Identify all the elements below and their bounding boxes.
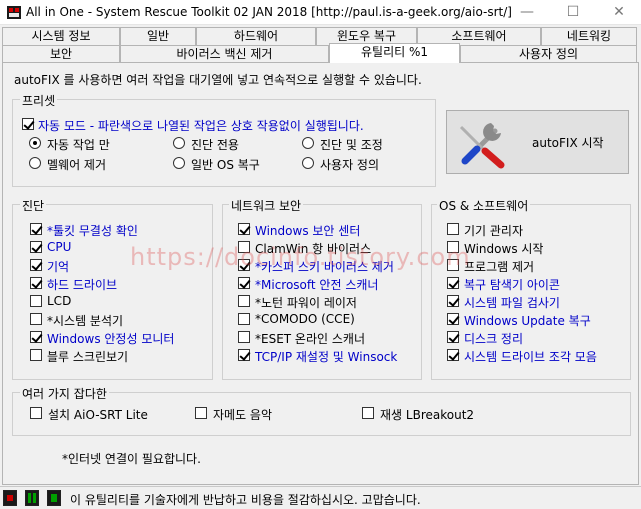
network-security-item-checkbox[interactable]: [238, 349, 250, 361]
status-text: 이 유틸리티를 기술자에게 반납하고 비용을 절감하십시오. 고맙습니다.: [70, 493, 421, 507]
network-security-item-label: ClamWin 항 바이러스: [255, 242, 372, 256]
stop-icon[interactable]: [3, 490, 17, 506]
sound-icon[interactable]: [47, 490, 61, 506]
network-security-item-label: *카스퍼 스키 바이러스 제거: [255, 260, 394, 274]
os-software-legend: OS & 소프트웨어: [437, 197, 531, 214]
network-security-item-label: *ESET 온라인 스캐너: [255, 332, 365, 346]
os-software-item-checkbox[interactable]: [447, 259, 459, 271]
presets-legend: 프리셋: [20, 92, 58, 109]
diagnostics-item-label: 블루 스크린보기: [47, 350, 129, 364]
status-bar: 이 유틸리티를 기술자에게 반납하고 비용을 절감하십시오. 고맙습니다.: [0, 486, 641, 509]
tab-custom[interactable]: 사용자 정의: [460, 45, 637, 63]
network-security-legend: 네트워크 보안: [229, 197, 304, 214]
install-lite-checkbox[interactable]: [30, 407, 42, 419]
tab-hardware[interactable]: 하드웨어: [196, 27, 316, 45]
preset-auto-tasks-radio[interactable]: [29, 137, 41, 149]
os-software-item-checkbox[interactable]: [447, 313, 459, 325]
auto-mode-checkbox[interactable]: [22, 118, 34, 130]
lbreakout-label: 재생 LBreakout2: [380, 408, 475, 422]
network-security-item-checkbox[interactable]: [238, 277, 250, 289]
diagnostics-item-checkbox[interactable]: [30, 349, 42, 361]
os-software-item-checkbox[interactable]: [447, 241, 459, 253]
network-security-item-checkbox[interactable]: [238, 241, 250, 253]
network-security-item-label: *Microsoft 안전 스캐너: [255, 278, 379, 292]
diagnostics-item-label: *툴킷 무결성 확인: [47, 224, 138, 238]
diagnostics-item-checkbox[interactable]: [30, 331, 42, 343]
preset-auto-tasks-label: 자동 작업 만: [47, 138, 110, 152]
network-security-item-checkbox[interactable]: [238, 295, 250, 307]
os-software-item-label: 디스크 정리: [464, 332, 524, 346]
monitor-icon[interactable]: [25, 490, 39, 506]
network-security-item-checkbox[interactable]: [238, 223, 250, 235]
network-security-item-checkbox[interactable]: [238, 313, 250, 325]
diagnostics-item-checkbox[interactable]: [30, 295, 42, 307]
preset-diagnostics-tuning-label: 진단 및 조정: [320, 138, 383, 152]
diagnostics-item-checkbox[interactable]: [30, 241, 42, 253]
lbreakout-checkbox[interactable]: [362, 407, 374, 419]
os-software-item-label: Windows 시작: [464, 242, 544, 256]
close-button[interactable]: ✕: [596, 0, 641, 25]
os-software-item-checkbox[interactable]: [447, 349, 459, 361]
preset-custom-label: 사용자 정의: [320, 158, 380, 172]
maximize-button[interactable]: ☐: [550, 0, 596, 25]
os-software-item-checkbox[interactable]: [447, 331, 459, 343]
tab-utilities[interactable]: 유틸리티 %1: [329, 43, 460, 63]
preset-os-repair-label: 일반 OS 복구: [191, 158, 260, 172]
tab-antivirus-removal[interactable]: 바이러스 백신 제거: [120, 45, 329, 63]
preset-diagnostics-only-label: 진단 전용: [191, 138, 239, 152]
network-security-item-label: Windows 보안 센터: [255, 224, 361, 238]
os-software-item-label: 복구 탐색기 아이콘: [464, 278, 560, 292]
preset-custom-radio[interactable]: [302, 157, 314, 169]
os-software-item-label: 프로그램 제거: [464, 260, 535, 274]
preset-os-repair-radio[interactable]: [173, 157, 185, 169]
diagnostics-item-checkbox[interactable]: [30, 223, 42, 235]
app-icon: [7, 6, 21, 19]
diagnostics-item-label: CPU: [47, 240, 72, 254]
network-security-item-checkbox[interactable]: [238, 259, 250, 271]
autofix-label: autoFIX 시작: [532, 136, 604, 150]
tools-icon: [459, 123, 505, 169]
network-security-item-label: TCP/IP 재설정 및 Winsock: [255, 350, 398, 364]
preset-malware-removal-label: 멜웨어 제거: [47, 158, 107, 172]
jamendo-checkbox[interactable]: [195, 407, 207, 419]
jamendo-label: 자메도 음악: [213, 408, 273, 422]
diagnostics-item-checkbox[interactable]: [30, 259, 42, 271]
install-lite-label: 설치 AiO-SRT Lite: [48, 408, 148, 422]
os-software-item-label: 시스템 드라이브 조각 모음: [464, 350, 597, 364]
network-security-item-label: *노턴 파워이 레이저: [255, 296, 357, 310]
misc-legend: 여러 가지 잡다한: [20, 385, 109, 402]
minimize-button[interactable]: —: [504, 0, 550, 25]
diagnostics-item-label: 기억: [47, 260, 70, 274]
os-software-item-label: 기기 관리자: [464, 224, 524, 238]
diagnostics-item-label: 하드 드라이브: [47, 278, 118, 292]
auto-mode-label: 자동 모드 - 파란색으로 나열된 작업은 상호 작용없이 실행됩니다.: [38, 119, 364, 133]
os-software-item-label: Windows Update 복구: [464, 314, 591, 328]
diagnostics-item-checkbox[interactable]: [30, 277, 42, 289]
os-software-item-label: 시스템 파일 검사기: [464, 296, 560, 310]
tab-system-info[interactable]: 시스템 정보: [2, 27, 120, 45]
title-bar: All in One - System Rescue Toolkit 02 JA…: [0, 0, 641, 25]
preset-malware-removal-radio[interactable]: [29, 157, 41, 169]
preset-diagnostics-only-radio[interactable]: [173, 137, 185, 149]
preset-diagnostics-tuning-radio[interactable]: [302, 137, 314, 149]
os-software-item-checkbox[interactable]: [447, 295, 459, 307]
diagnostics-item-label: *시스템 분석기: [47, 314, 124, 328]
intro-text: autoFIX 를 사용하면 여러 작업을 대기열에 넣고 연속적으로 실행할 …: [14, 73, 422, 87]
network-security-item-checkbox[interactable]: [238, 331, 250, 343]
diagnostics-item-checkbox[interactable]: [30, 313, 42, 325]
diagnostics-item-label: Windows 안정성 모니터: [47, 332, 175, 346]
os-software-item-checkbox[interactable]: [447, 277, 459, 289]
tab-networking[interactable]: 네트워킹: [541, 27, 637, 45]
tab-general[interactable]: 일반: [120, 27, 196, 45]
internet-note: *인터넷 연결이 필요합니다.: [62, 452, 201, 466]
diagnostics-legend: 진단: [20, 197, 47, 214]
network-security-item-label: *COMODO (CCE): [255, 312, 355, 326]
window-title: All in One - System Rescue Toolkit 02 JA…: [26, 5, 512, 19]
tab-security[interactable]: 보안: [2, 45, 120, 63]
autofix-start-button[interactable]: autoFIX 시작: [446, 110, 629, 174]
diagnostics-item-label: LCD: [47, 294, 72, 308]
os-software-item-checkbox[interactable]: [447, 223, 459, 235]
